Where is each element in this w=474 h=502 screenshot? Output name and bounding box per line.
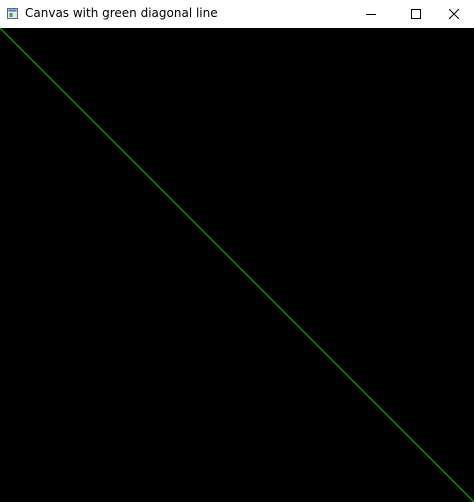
minimize-icon — [366, 14, 376, 15]
drawing-canvas[interactable] — [0, 28, 474, 502]
title-bar[interactable]: Canvas with green diagonal line — [0, 0, 474, 28]
close-icon — [449, 9, 459, 19]
minimize-button[interactable] — [348, 0, 394, 28]
window-title: Canvas with green diagonal line — [25, 6, 218, 20]
app-window: Canvas with green diagonal line — [0, 0, 474, 502]
app-window-icon — [7, 8, 18, 19]
canvas-surface — [0, 28, 474, 502]
maximize-icon — [411, 9, 421, 19]
green-diagonal-line — [0, 28, 474, 502]
close-button[interactable] — [431, 0, 474, 28]
